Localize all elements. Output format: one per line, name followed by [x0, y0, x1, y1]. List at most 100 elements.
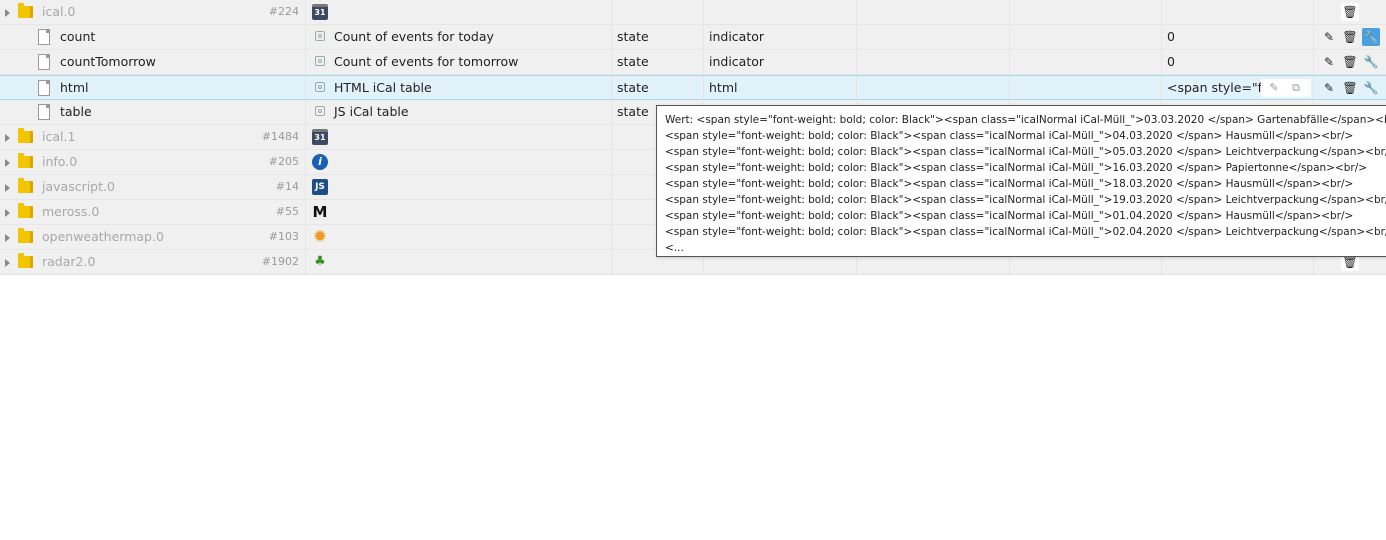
- tooltip-line: Wert: <span style="font-weight: bold; co…: [665, 114, 1386, 126]
- copy-icon[interactable]: ⧉: [1287, 79, 1305, 97]
- edit-icon[interactable]: ✎: [1320, 79, 1338, 97]
- tree-row-html[interactable]: html HTML iCal table state html <span st…: [0, 75, 1386, 100]
- edit-icon[interactable]: ✎: [1320, 53, 1338, 71]
- name-cell: openweathermap.0 #103: [0, 225, 306, 249]
- desc-cell: Count of events for tomorrow: [306, 50, 612, 74]
- expand-arrow-icon[interactable]: [5, 159, 10, 167]
- room-cell: [857, 25, 1010, 49]
- value-cell[interactable]: <span style="fo ✎ ⧉: [1162, 76, 1314, 100]
- role-cell: indicator: [704, 50, 857, 74]
- state-description: HTML iCal table: [334, 80, 432, 95]
- tooltip-line: <span style="font-weight: bold; color: B…: [665, 162, 1368, 174]
- value-cell[interactable]: 0: [1162, 50, 1314, 74]
- tooltip-line: <span style="font-weight: bold; color: B…: [665, 146, 1386, 158]
- folder-name: javascript.0: [42, 179, 115, 194]
- desc-cell: M: [306, 200, 612, 224]
- delete-icon[interactable]: 🗑: [1341, 53, 1359, 71]
- javascript-icon: JS: [312, 179, 328, 195]
- state-description: JS iCal table: [334, 104, 409, 119]
- state-name: table: [60, 104, 92, 119]
- state-icon: [315, 82, 325, 92]
- delete-icon[interactable]: 🗑: [1341, 3, 1359, 21]
- ical-icon: 31: [312, 4, 328, 20]
- value-cell[interactable]: 0: [1162, 25, 1314, 49]
- name-cell: count: [0, 25, 306, 49]
- folder-name: ical.0: [42, 4, 76, 19]
- folder-icon: [18, 153, 33, 168]
- room-cell: [857, 76, 1010, 100]
- desc-cell: 31: [306, 125, 612, 149]
- expand-arrow-icon[interactable]: [5, 209, 10, 217]
- object-count: #55: [275, 205, 299, 218]
- state-description: Count of events for tomorrow: [334, 54, 519, 69]
- name-cell: table: [0, 100, 306, 124]
- expand-arrow-icon[interactable]: [5, 9, 10, 17]
- folder-name: info.0: [42, 154, 78, 169]
- desc-cell: 31: [306, 0, 612, 24]
- folder-name: meross.0: [42, 204, 100, 219]
- tooltip-line: <span style="font-weight: bold; color: B…: [665, 210, 1354, 222]
- delete-icon[interactable]: 🗑: [1341, 28, 1359, 46]
- meross-icon: M: [312, 203, 328, 221]
- object-count: #103: [268, 230, 299, 243]
- expand-arrow-icon[interactable]: [5, 134, 10, 142]
- wrench-icon[interactable]: 🔧: [1362, 28, 1380, 46]
- type-cell: state: [612, 50, 704, 74]
- tooltip-line: <span style="font-weight: bold; color: B…: [665, 178, 1354, 190]
- tree-row-counttomorrow[interactable]: countTomorrow Count of events for tomorr…: [0, 50, 1386, 75]
- name-cell: ical.1 #1484: [0, 125, 306, 149]
- expand-arrow-icon[interactable]: [5, 259, 10, 267]
- tree-row-count[interactable]: count Count of events for today state in…: [0, 25, 1386, 50]
- role-cell: indicator: [704, 25, 857, 49]
- name-cell: meross.0 #55: [0, 200, 306, 224]
- object-count: #224: [268, 5, 299, 18]
- sun-icon: ✹: [312, 227, 328, 247]
- wrench-icon[interactable]: 🔧: [1362, 53, 1380, 71]
- actions-cell: ✎ 🗑 🔧: [1314, 76, 1386, 100]
- name-cell: ical.0 #224: [0, 0, 306, 24]
- tree-row-ical-0[interactable]: ical.0 #224 31 🗑: [0, 0, 1386, 25]
- object-count: #205: [268, 155, 299, 168]
- folder-name: ical.1: [42, 129, 76, 144]
- object-count: #1902: [261, 255, 299, 268]
- edit-value-icon[interactable]: ✎: [1265, 79, 1283, 97]
- object-count: #14: [275, 180, 299, 193]
- wrench-icon[interactable]: 🔧: [1362, 79, 1380, 97]
- actions-cell: ✎ 🗑 🔧: [1314, 25, 1386, 49]
- ical-icon: 31: [312, 129, 328, 145]
- name-cell: info.0 #205: [0, 150, 306, 174]
- expand-arrow-icon[interactable]: [5, 184, 10, 192]
- state-icon: [315, 31, 325, 41]
- name-cell: html: [0, 76, 306, 100]
- delete-icon[interactable]: 🗑: [1341, 79, 1359, 97]
- radar-icon: ♣: [314, 254, 326, 269]
- folder-icon: [18, 228, 33, 243]
- expand-arrow-icon[interactable]: [5, 234, 10, 242]
- folder-icon: [18, 253, 33, 268]
- file-icon: [38, 54, 50, 70]
- desc-cell: Count of events for today: [306, 25, 612, 49]
- name-cell: countTomorrow: [0, 50, 306, 74]
- tooltip-line: <...: [665, 242, 684, 254]
- state-name: countTomorrow: [60, 54, 156, 69]
- value-inline-tools: ✎ ⧉: [1261, 79, 1311, 97]
- tooltip-line: <span style="font-weight: bold; color: B…: [665, 194, 1386, 206]
- folder-name: openweathermap.0: [42, 229, 164, 244]
- room-cell: [857, 50, 1010, 74]
- desc-cell: i: [306, 150, 612, 174]
- state-icon: [315, 56, 325, 66]
- folder-name: radar2.0: [42, 254, 96, 269]
- desc-cell: HTML iCal table: [306, 76, 612, 100]
- state-name: html: [60, 80, 89, 95]
- folder-icon: [18, 203, 33, 218]
- type-cell: state: [612, 76, 704, 100]
- value-tooltip: Wert: <span style="font-weight: bold; co…: [656, 105, 1386, 257]
- state-name: count: [60, 29, 96, 44]
- function-cell: [1010, 76, 1162, 100]
- edit-icon[interactable]: ✎: [1320, 28, 1338, 46]
- folder-icon: [18, 128, 33, 143]
- desc-cell: JS: [306, 175, 612, 199]
- role-cell: html: [704, 76, 857, 100]
- state-icon: [315, 106, 325, 116]
- value-text: <span style="fo: [1167, 80, 1270, 95]
